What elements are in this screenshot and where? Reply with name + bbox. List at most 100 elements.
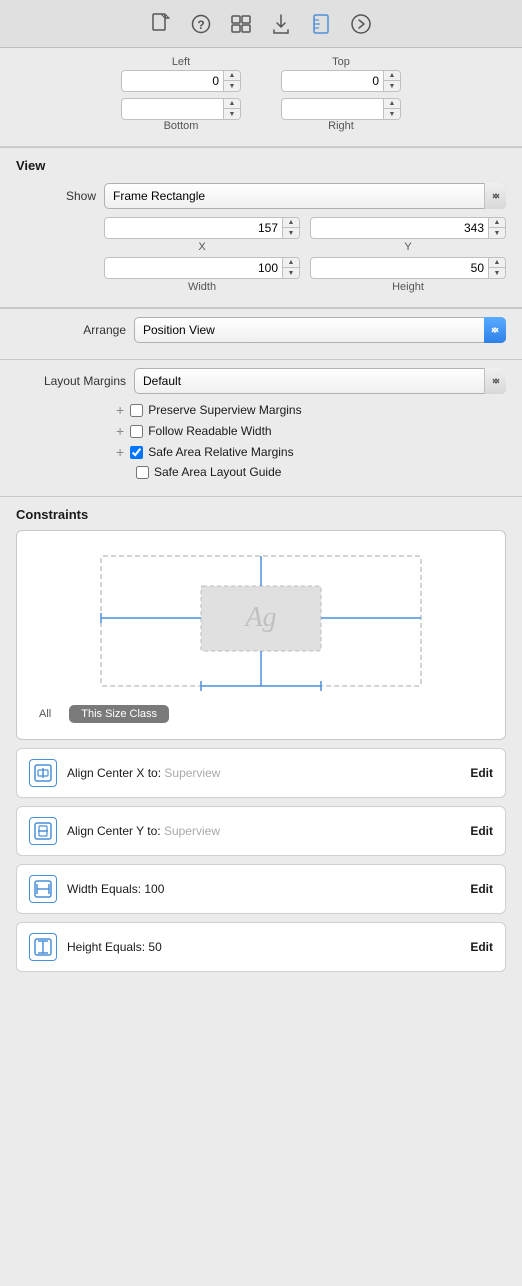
bottom-stepper: ▲ ▼ [223,99,240,119]
show-row: Show Frame Rectangle [16,183,506,209]
align-center-x-edit[interactable]: Edit [470,766,493,780]
arrange-select[interactable]: Position View [134,317,506,343]
svg-text:Ag: Ag [243,602,276,633]
download-arrow-icon[interactable] [270,13,292,35]
readable-plus-icon[interactable]: + [116,423,124,439]
right-stepper: ▲ ▼ [383,99,400,119]
x-increment[interactable]: ▲ [283,218,299,228]
preserve-plus-icon[interactable]: + [116,402,124,418]
layout-guide-label[interactable]: Safe Area Layout Guide [154,465,281,479]
preserve-checkbox[interactable] [130,404,143,417]
left-input[interactable] [122,74,223,88]
layout-guide-row: Safe Area Layout Guide [116,465,506,479]
preserve-row: + Preserve Superview Margins [116,402,506,418]
inset-section: Left ▲ ▼ Top ▲ ▼ [0,48,522,147]
grid-icon[interactable] [230,13,252,35]
left-stepper: ▲ ▼ [223,71,240,91]
width-field-wrap: ▲ ▼ Width [104,257,300,293]
top-stepper: ▲ ▼ [383,71,400,91]
height-field-wrap: ▲ ▼ Height [310,257,506,293]
height-decrement[interactable]: ▼ [489,268,505,278]
right-decrement[interactable]: ▼ [384,109,400,119]
toolbar: ? [0,0,522,48]
right-field-wrap: ▲ ▼ Right [281,98,401,134]
y-increment[interactable]: ▲ [489,218,505,228]
left-field[interactable]: ▲ ▼ [121,70,241,92]
constraint-diagram: Ag All This Size Class [16,530,506,740]
width-equals-label: Width Equals: [67,882,144,896]
constraint-item-align-y: Align Center Y to: Superview Edit [16,806,506,856]
ruler-icon[interactable] [310,13,332,35]
constraint-item-height: Height Equals: 50 Edit [16,922,506,972]
left-decrement[interactable]: ▼ [224,81,240,91]
constraint-diagram-svg: Ag [91,546,431,696]
bottom-increment[interactable]: ▲ [224,99,240,109]
wh-row: ▲ ▼ Width ▲ ▼ Height [104,257,506,293]
tab-this-size-class[interactable]: This Size Class [69,705,169,723]
width-equals-value: 100 [144,882,164,896]
show-dropdown-wrapper[interactable]: Frame Rectangle [104,183,506,209]
x-field[interactable]: ▲ ▼ [104,217,300,239]
align-center-y-target: Superview [164,824,220,838]
top-input[interactable] [282,74,383,88]
bottom-input[interactable] [122,102,223,116]
help-icon[interactable]: ? [190,13,212,35]
file-icon[interactable] [150,13,172,35]
x-input[interactable] [105,221,282,235]
show-select[interactable]: Frame Rectangle [104,183,506,209]
readable-label[interactable]: Follow Readable Width [148,424,271,438]
layout-margins-select[interactable]: Default [134,368,506,394]
x-label: X [198,241,205,253]
width-decrement[interactable]: ▼ [283,268,299,278]
align-center-x-target: Superview [164,766,220,780]
align-center-y-label: Align Center Y to: [67,824,164,838]
top-increment[interactable]: ▲ [384,71,400,81]
width-input[interactable] [105,261,282,275]
height-equals-edit[interactable]: Edit [470,940,493,954]
bottom-decrement[interactable]: ▼ [224,109,240,119]
right-increment[interactable]: ▲ [384,99,400,109]
right-field[interactable]: ▲ ▼ [281,98,401,120]
align-center-y-edit[interactable]: Edit [470,824,493,838]
safe-area-plus-icon[interactable]: + [116,444,124,460]
layout-margins-dropdown-wrapper[interactable]: Default [134,368,506,394]
arrange-dropdown-wrapper[interactable]: Position View [134,317,506,343]
y-field[interactable]: ▲ ▼ [310,217,506,239]
safe-area-label[interactable]: Safe Area Relative Margins [148,445,293,459]
height-stepper: ▲ ▼ [488,258,505,278]
width-equals-edit[interactable]: Edit [470,882,493,896]
align-center-x-icon [29,759,57,787]
height-input[interactable] [311,261,488,275]
arrange-section: Arrange Position View [0,309,522,360]
y-input[interactable] [311,221,488,235]
layout-margins-section: Layout Margins Default + Preserve Superv… [0,360,522,497]
width-equals-text: Width Equals: 100 [67,882,460,896]
left-increment[interactable]: ▲ [224,71,240,81]
width-equals-icon [29,875,57,903]
layout-guide-checkbox[interactable] [136,466,149,479]
show-label: Show [16,189,96,203]
right-input[interactable] [282,102,383,116]
constraints-section: Constraints Ag [0,497,522,990]
height-increment[interactable]: ▲ [489,258,505,268]
bottom-field[interactable]: ▲ ▼ [121,98,241,120]
top-label: Top [332,56,350,68]
y-decrement[interactable]: ▼ [489,228,505,238]
diagram-tabs: All This Size Class [27,701,495,729]
arrange-label: Arrange [16,323,126,337]
tab-all[interactable]: All [27,705,63,723]
checkboxes-wrap: + Preserve Superview Margins + Follow Re… [16,402,506,492]
width-increment[interactable]: ▲ [283,258,299,268]
safe-area-checkbox[interactable] [130,446,143,459]
readable-checkbox[interactable] [130,425,143,438]
height-equals-value: 50 [148,940,161,954]
top-decrement[interactable]: ▼ [384,81,400,91]
preserve-label[interactable]: Preserve Superview Margins [148,403,301,417]
diagram-canvas: Ag [27,541,495,701]
align-center-x-label: Align Center X to: [67,766,164,780]
forward-icon[interactable] [350,13,372,35]
x-decrement[interactable]: ▼ [283,228,299,238]
top-field[interactable]: ▲ ▼ [281,70,401,92]
width-field[interactable]: ▲ ▼ [104,257,300,279]
height-field[interactable]: ▲ ▼ [310,257,506,279]
